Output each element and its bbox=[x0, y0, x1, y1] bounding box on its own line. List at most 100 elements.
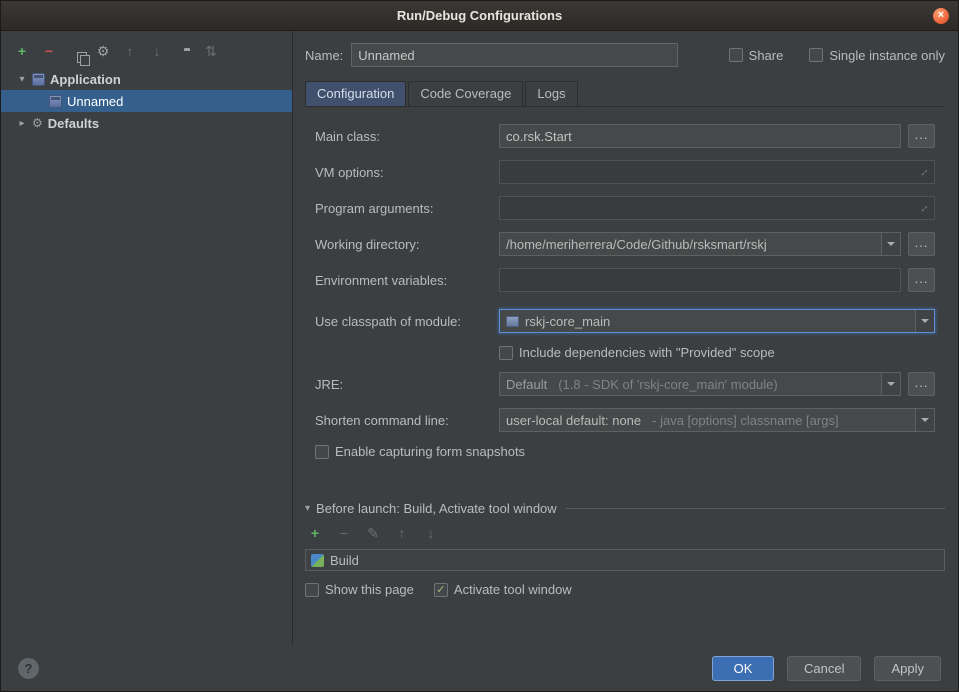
run-debug-configurations-dialog: Run/Debug Configurations × + − ⚙ ↑ ↓ ⇅ ▾ bbox=[0, 0, 959, 692]
working-directory-row: Working directory: /home/meriherrera/Cod… bbox=[315, 232, 935, 256]
remove-task-icon[interactable]: − bbox=[336, 525, 352, 541]
environment-variables-field[interactable] bbox=[499, 268, 901, 292]
environment-variables-label: Environment variables: bbox=[315, 273, 499, 288]
shorten-command-line-label: Shorten command line: bbox=[315, 413, 499, 428]
cancel-button[interactable]: Cancel bbox=[787, 656, 861, 681]
vm-options-row: VM options: ↕ bbox=[315, 160, 935, 184]
use-classpath-combo[interactable]: rskj-core_main bbox=[499, 309, 935, 333]
collapse-icon[interactable]: ▾ bbox=[305, 503, 310, 514]
show-this-page-checkbox[interactable]: ✓ Show this page bbox=[305, 582, 414, 597]
jre-combo[interactable]: Default (1.8 - SDK of 'rskj-core_main' m… bbox=[499, 372, 901, 396]
checkbox-box: ✓ bbox=[305, 583, 319, 597]
tab-configuration[interactable]: Configuration bbox=[305, 81, 406, 106]
tree-item-unnamed[interactable]: Unnamed bbox=[1, 90, 292, 112]
enable-capturing-checkbox[interactable]: ✓ Enable capturing form snapshots bbox=[315, 444, 525, 459]
before-launch-header[interactable]: ▾ Before launch: Build, Activate tool wi… bbox=[305, 501, 945, 516]
apply-button[interactable]: Apply bbox=[874, 656, 941, 681]
sort-configurations-icon[interactable]: ⇅ bbox=[203, 43, 219, 59]
checkbox-box: ✓ bbox=[434, 583, 448, 597]
include-dependencies-label: Include dependencies with "Provided" sco… bbox=[519, 345, 775, 360]
configuration-form: Main class: co.rsk.Start ... VM options:… bbox=[305, 107, 945, 471]
close-button[interactable]: × bbox=[933, 8, 949, 24]
single-instance-label: Single instance only bbox=[829, 48, 945, 63]
checkbox-box: ✓ bbox=[729, 48, 743, 62]
program-arguments-field[interactable]: ↕ bbox=[499, 196, 935, 220]
vm-options-field[interactable]: ↕ bbox=[499, 160, 935, 184]
module-icon bbox=[506, 316, 519, 327]
configurations-sidebar: + − ⚙ ↑ ↓ ⇅ ▾ Application Unnamed bbox=[1, 31, 293, 645]
single-instance-checkbox[interactable]: ✓ Single instance only bbox=[809, 48, 945, 63]
shorten-command-line-combo[interactable]: user-local default: none - java [options… bbox=[499, 408, 935, 432]
shorten-command-line-hint: - java [options] classname [args] bbox=[652, 413, 838, 428]
main-class-field[interactable]: co.rsk.Start bbox=[499, 124, 901, 148]
close-icon: × bbox=[938, 9, 944, 21]
add-task-icon[interactable]: + bbox=[307, 525, 323, 541]
working-directory-combo[interactable]: /home/meriherrera/Code/Github/rsksmart/r… bbox=[499, 232, 901, 256]
use-classpath-row: Use classpath of module: rskj-core_main bbox=[315, 309, 935, 333]
move-up-icon[interactable]: ↑ bbox=[122, 43, 138, 59]
checkbox-box: ✓ bbox=[809, 48, 823, 62]
dialog-footer: ? OK Cancel Apply bbox=[1, 645, 958, 691]
configuration-editor: Name: ✓ Share ✓ Single instance only Con… bbox=[293, 31, 958, 645]
enable-capturing-row: ✓ Enable capturing form snapshots bbox=[315, 444, 935, 459]
include-dependencies-row: ✓ Include dependencies with "Provided" s… bbox=[315, 345, 935, 360]
enable-capturing-label: Enable capturing form snapshots bbox=[335, 444, 525, 459]
tree-item-label: Unnamed bbox=[67, 94, 123, 109]
show-this-page-label: Show this page bbox=[325, 582, 414, 597]
divider bbox=[566, 508, 945, 509]
main-class-label: Main class: bbox=[315, 129, 499, 144]
jre-value: Default bbox=[506, 377, 547, 392]
use-classpath-label: Use classpath of module: bbox=[315, 314, 499, 329]
check-icon: ✓ bbox=[436, 583, 445, 596]
activate-tool-window-checkbox[interactable]: ✓ Activate tool window bbox=[434, 582, 572, 597]
before-launch-options: ✓ Show this page ✓ Activate tool window bbox=[305, 582, 945, 597]
working-directory-browse-button[interactable]: ... bbox=[908, 232, 935, 256]
help-button[interactable]: ? bbox=[18, 658, 39, 679]
tree-item-label: Defaults bbox=[48, 116, 99, 131]
tree-item-application[interactable]: ▾ Application bbox=[1, 68, 292, 90]
edit-defaults-icon[interactable]: ⚙ bbox=[95, 43, 111, 59]
jre-label: JRE: bbox=[315, 377, 499, 392]
ok-button[interactable]: OK bbox=[712, 656, 774, 681]
name-input[interactable] bbox=[351, 43, 678, 67]
before-launch-toolbar: + − ✎ ↑ ↓ bbox=[305, 516, 945, 549]
share-checkbox[interactable]: ✓ Share bbox=[729, 48, 784, 63]
main-class-value: co.rsk.Start bbox=[506, 129, 572, 144]
before-launch-task-build[interactable]: Build bbox=[305, 549, 945, 571]
jre-browse-button[interactable]: ... bbox=[908, 372, 935, 396]
expand-field-icon[interactable]: ↕ bbox=[918, 201, 932, 215]
edit-task-icon[interactable]: ✎ bbox=[365, 525, 381, 541]
checkbox-box: ✓ bbox=[499, 346, 513, 360]
shorten-command-line-value: user-local default: none bbox=[506, 413, 641, 428]
vm-options-label: VM options: bbox=[315, 165, 499, 180]
chevron-right-icon[interactable]: ▸ bbox=[17, 118, 27, 129]
move-up-icon[interactable]: ↑ bbox=[394, 525, 410, 541]
configurations-tree: ▾ Application Unnamed ▸ ⚙ Defaults bbox=[1, 68, 292, 645]
use-classpath-value: rskj-core_main bbox=[525, 314, 610, 329]
tree-item-label: Application bbox=[50, 72, 121, 87]
tree-item-defaults[interactable]: ▸ ⚙ Defaults bbox=[1, 112, 292, 134]
jre-hint: (1.8 - SDK of 'rskj-core_main' module) bbox=[558, 377, 778, 392]
dropdown-arrow-icon[interactable] bbox=[881, 233, 900, 255]
working-directory-label: Working directory: bbox=[315, 237, 499, 252]
tab-logs[interactable]: Logs bbox=[525, 81, 577, 106]
environment-variables-browse-button[interactable]: ... bbox=[908, 268, 935, 292]
expand-field-icon[interactable]: ↕ bbox=[918, 165, 932, 179]
activate-tool-window-label: Activate tool window bbox=[454, 582, 572, 597]
move-down-icon[interactable]: ↓ bbox=[149, 43, 165, 59]
help-icon: ? bbox=[25, 661, 33, 676]
main-class-browse-button[interactable]: ... bbox=[908, 124, 935, 148]
header-checkboxes: ✓ Share ✓ Single instance only bbox=[729, 48, 945, 63]
move-down-icon[interactable]: ↓ bbox=[423, 525, 439, 541]
add-configuration-icon[interactable]: + bbox=[14, 43, 30, 59]
tab-bar: Configuration Code Coverage Logs bbox=[305, 81, 945, 107]
dropdown-arrow-icon[interactable] bbox=[915, 409, 934, 431]
dropdown-arrow-icon[interactable] bbox=[915, 310, 934, 332]
chevron-down-icon[interactable]: ▾ bbox=[17, 74, 27, 85]
shorten-command-line-row: Shorten command line: user-local default… bbox=[315, 408, 935, 432]
dropdown-arrow-icon[interactable] bbox=[881, 373, 900, 395]
build-icon bbox=[311, 554, 324, 567]
include-dependencies-checkbox[interactable]: ✓ Include dependencies with "Provided" s… bbox=[499, 345, 775, 360]
tab-code-coverage[interactable]: Code Coverage bbox=[408, 81, 523, 106]
remove-configuration-icon[interactable]: − bbox=[41, 43, 57, 59]
